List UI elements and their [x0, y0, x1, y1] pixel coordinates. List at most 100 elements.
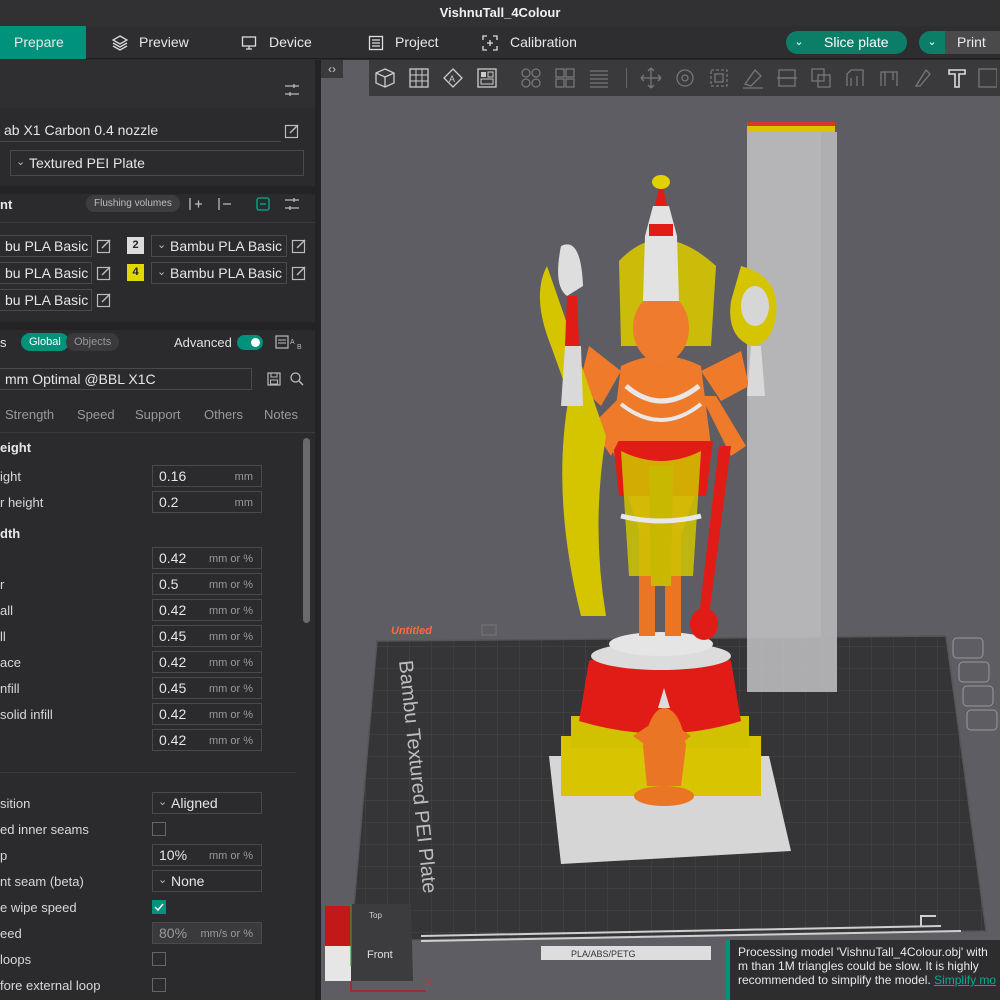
settings-sliders-icon[interactable] [284, 82, 300, 98]
line-width-input[interactable]: 0.45 mm or % [152, 625, 262, 647]
first-layer-height-input[interactable]: 0.2 mm [152, 491, 262, 513]
advanced-switch[interactable] [237, 335, 263, 350]
save-icon[interactable] [266, 371, 282, 387]
simplify-model-link[interactable]: Simplify mo [934, 973, 996, 987]
tab-speed[interactable]: Speed [77, 407, 115, 422]
lock-plate-icon[interactable] [966, 709, 998, 731]
scarf-seam-select[interactable]: ⌄ None [152, 870, 262, 892]
line-width-input[interactable]: 0.45 mm or % [152, 677, 262, 699]
edit-plate-name-icon[interactable] [481, 624, 497, 636]
filament-slot-1[interactable]: bu PLA Basic [0, 235, 92, 257]
edit-icon[interactable] [291, 265, 307, 281]
compare-icon[interactable]: AB [275, 334, 305, 351]
slice-plate-button[interactable]: ⌄ Slice plate [786, 31, 907, 54]
3d-viewport[interactable]: ‹› A Untitled Bambu Textured PEI Plate P… [321, 60, 1000, 1000]
processing-notification[interactable]: Processing model 'VishnuTall_4Colour.obj… [726, 940, 1000, 1000]
tab-prepare[interactable]: Prepare [0, 26, 86, 59]
split-objects-icon[interactable] [519, 66, 543, 90]
delete-plate-icon[interactable] [952, 637, 984, 659]
filament-slot-2-badge[interactable]: 2 [127, 237, 144, 254]
add-object-icon[interactable] [373, 66, 397, 90]
external-loop-checkbox[interactable] [152, 978, 166, 992]
scrollbar-thumb[interactable] [303, 438, 310, 623]
sync-ams-icon[interactable] [255, 196, 271, 212]
staggered-seams-checkbox[interactable] [152, 822, 166, 836]
view-cube-top[interactable]: Top [369, 911, 382, 920]
tab-calibration[interactable]: Calibration [482, 26, 577, 59]
seam-position-value: Aligned [171, 795, 218, 811]
tab-others[interactable]: Others [204, 407, 243, 422]
line-width-label: ace [0, 655, 21, 670]
loops-checkbox[interactable] [152, 952, 166, 966]
scene-canvas[interactable]: Untitled Bambu Textured PEI Plate PLA/AB… [321, 96, 1000, 1000]
tab-project[interactable]: Project [368, 26, 439, 59]
arrange-icon[interactable] [475, 66, 499, 90]
seam-gap-input[interactable]: 10% mm or % [152, 844, 262, 866]
line-width-input[interactable]: 0.42 mm or % [152, 703, 262, 725]
line-width-label: r [0, 577, 5, 592]
filament-slot-5[interactable]: bu PLA Basic [0, 289, 92, 311]
flushing-volumes-button[interactable]: Flushing volumes [86, 195, 180, 212]
filament-slot-3[interactable]: bu PLA Basic [0, 262, 92, 284]
boolean-icon[interactable] [809, 66, 833, 90]
unit-label: mm or % [209, 631, 253, 643]
arrange-plate-icon[interactable] [962, 685, 994, 707]
filament-slot-4-badge[interactable]: 4 [127, 264, 144, 281]
seam-position-label: sition [0, 796, 31, 811]
line-width-input[interactable]: 0.42 mm or % [152, 599, 262, 621]
split-parts-icon[interactable] [553, 66, 577, 90]
print-plate-button[interactable]: ⌄ Print pl [919, 31, 1000, 73]
plate-name[interactable]: Untitled [391, 625, 432, 637]
add-plate-icon[interactable] [407, 66, 431, 90]
support-paint-icon[interactable] [843, 66, 867, 90]
layers-editing-icon[interactable] [587, 66, 611, 90]
global-toggle[interactable]: Global [21, 333, 69, 351]
add-filament-icon[interactable] [187, 196, 203, 212]
auto-orient-icon[interactable]: A [441, 66, 465, 90]
move-icon[interactable] [639, 66, 663, 90]
measure-icon[interactable] [977, 66, 997, 90]
seam-paint-icon[interactable] [877, 66, 901, 90]
tab-device[interactable]: Device [241, 26, 312, 59]
wipe-speed-checkbox[interactable] [152, 900, 166, 914]
first-layer-height-value: 0.2 [159, 494, 179, 510]
axis-x-label: X [425, 977, 431, 987]
tab-support[interactable]: Support [135, 407, 181, 422]
view-cube-front[interactable]: Front [367, 949, 393, 961]
line-width-input[interactable]: 0.42 mm or % [152, 547, 262, 569]
chevron-down-icon[interactable]: ⌄ [786, 31, 812, 54]
cut-icon[interactable] [775, 66, 799, 90]
objects-toggle[interactable]: Objects [66, 333, 120, 351]
filament-slot-4[interactable]: ⌄ Bambu PLA Basic [151, 262, 287, 284]
settings-sliders-icon[interactable] [284, 196, 300, 212]
text-tool-icon[interactable] [945, 66, 969, 90]
process-preset-select[interactable]: mm Optimal @BBL X1C [0, 368, 252, 390]
printer-select[interactable]: ab X1 Carbon 0.4 nozzle [0, 120, 281, 142]
wipe-tower[interactable] [747, 122, 837, 692]
rotate-icon[interactable] [673, 66, 697, 90]
line-width-input[interactable]: 0.42 mm or % [152, 729, 262, 751]
plate-type-select[interactable]: ⌄ Textured PEI Plate [10, 150, 304, 176]
remove-filament-icon[interactable] [216, 196, 232, 212]
orient-plate-icon[interactable] [958, 661, 990, 683]
tab-strength[interactable]: Strength [5, 407, 54, 422]
color-paint-icon[interactable] [911, 66, 935, 90]
lay-on-face-icon[interactable] [741, 66, 765, 90]
search-icon[interactable] [289, 371, 305, 387]
edit-icon[interactable] [284, 123, 300, 139]
wipe-speed-input[interactable]: 80% mm/s or % [152, 922, 262, 944]
line-width-input[interactable]: 0.42 mm or % [152, 651, 262, 673]
edit-icon[interactable] [96, 292, 112, 308]
edit-icon[interactable] [291, 238, 307, 254]
tab-notes[interactable]: Notes [264, 407, 298, 422]
collapse-sidebar-button[interactable]: ‹› [321, 60, 343, 78]
line-width-input[interactable]: 0.5 mm or % [152, 573, 262, 595]
filament-slot-2[interactable]: ⌄ Bambu PLA Basic [151, 235, 287, 257]
layer-height-input[interactable]: 0.16 mm [152, 465, 262, 487]
seam-position-select[interactable]: ⌄ Aligned [152, 792, 262, 814]
edit-icon[interactable] [96, 238, 112, 254]
scale-icon[interactable] [707, 66, 731, 90]
tab-preview[interactable]: Preview [112, 26, 189, 59]
chevron-down-icon[interactable]: ⌄ [919, 31, 945, 54]
edit-icon[interactable] [96, 265, 112, 281]
